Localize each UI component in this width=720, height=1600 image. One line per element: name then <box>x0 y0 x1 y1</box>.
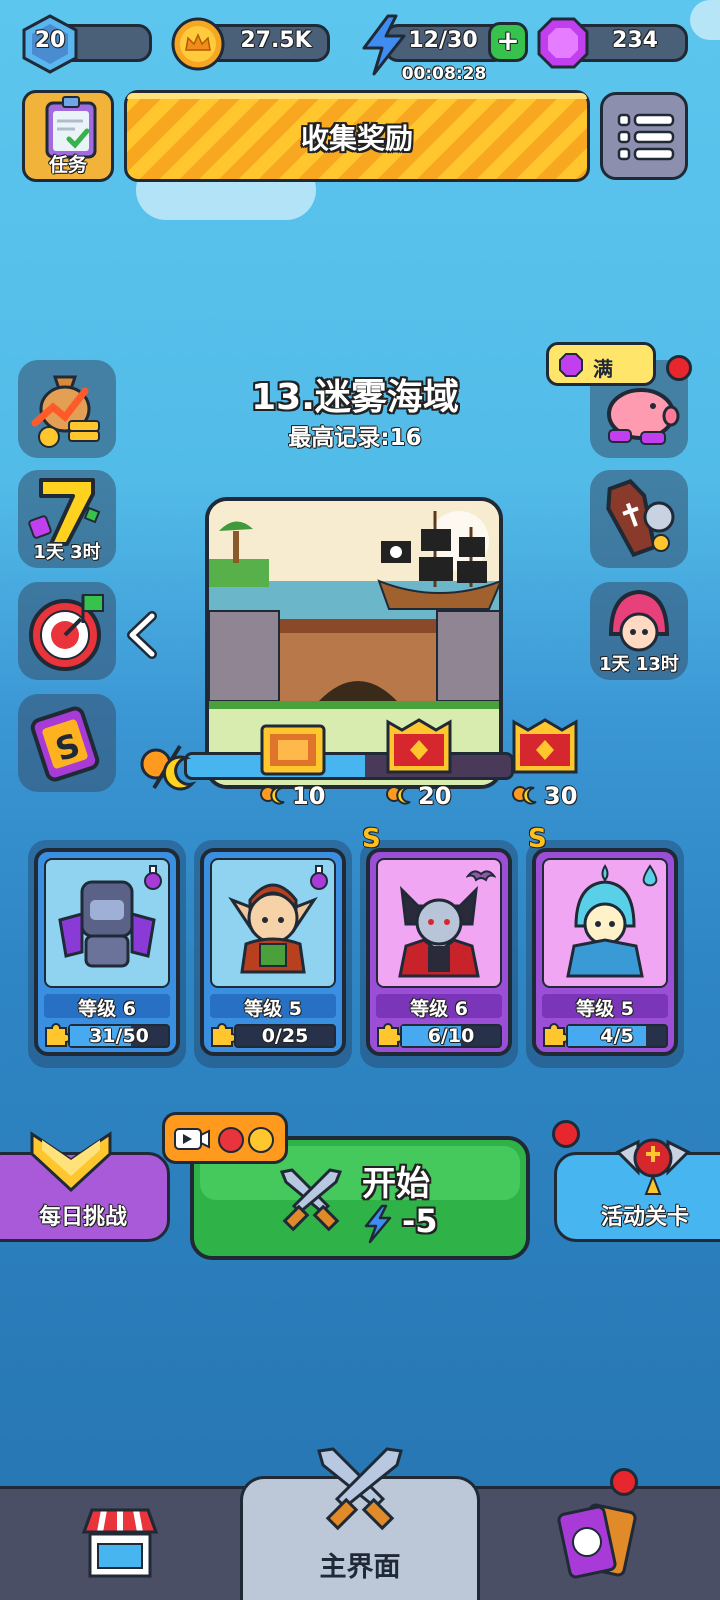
daily-challenge-label: 每日挑战 <box>38 1205 127 1230</box>
hero-level: 等级 5 <box>210 994 336 1020</box>
player-level: 20 <box>34 28 66 53</box>
menu-icon <box>617 113 675 161</box>
hero-event-button[interactable]: 1天 13时 <box>590 582 688 680</box>
hero-card-vampire[interactable]: 等级 6 6/10 <box>366 848 512 1056</box>
best-record: 最高记录:16 <box>288 425 422 451</box>
gold-amount: 27.5K <box>240 28 312 53</box>
day-night-small-icon <box>386 786 411 805</box>
progress-text: 6/10 <box>427 1025 475 1047</box>
nav-main-label: 主界面 <box>319 1552 401 1583</box>
energy-bolt-icon <box>364 1204 392 1244</box>
collect-reward-button[interactable]: 收集奖励 <box>124 90 590 182</box>
nav-shop[interactable] <box>60 1488 180 1596</box>
day-night-small-icon <box>512 786 537 805</box>
piggy-bank-icon <box>607 388 680 445</box>
energy-amount: 12/30 <box>408 28 478 53</box>
puzzle-piece-icon <box>211 1023 236 1047</box>
notification-dot <box>666 355 692 381</box>
video-ad-bonus-button[interactable] <box>162 1112 288 1164</box>
hero-shard-progress: 31/50 <box>68 1024 170 1048</box>
tasks-label: 任务 <box>48 154 87 176</box>
hero-level: 等级 5 <box>542 994 668 1020</box>
day-night-small-icon <box>260 786 285 805</box>
pirate-ship-scene <box>209 501 499 785</box>
season-pass-button[interactable]: S <box>18 694 116 792</box>
vampire-event-button[interactable] <box>590 470 688 568</box>
notification-dot <box>552 1120 580 1148</box>
seven-day-event-button[interactable]: 1天 3时 <box>18 470 116 568</box>
target-clock-icon <box>29 594 104 671</box>
hero-cards-icon <box>557 1503 637 1579</box>
potion-icon <box>144 865 162 890</box>
hero-portrait <box>542 858 668 988</box>
event-level-label: 活动关卡 <box>600 1205 689 1230</box>
rarity-badge: S <box>528 824 547 854</box>
water-drop-icon <box>642 864 658 887</box>
collect-reward-label: 收集奖励 <box>300 122 413 155</box>
chest-icon-1[interactable] <box>258 716 328 780</box>
gold-coin-icon <box>171 17 225 71</box>
event-timer: 1天 13时 <box>599 654 679 675</box>
plus-icon: + <box>496 24 520 57</box>
hero-portrait <box>210 858 336 988</box>
hero-card-armor-knight[interactable]: 等级 6 31/50 <box>34 848 180 1056</box>
day-night-icon <box>140 744 197 791</box>
start-cost: -5 <box>402 1202 438 1240</box>
hero-card-elf-archer[interactable]: 等级 5 0/25 <box>200 848 346 1056</box>
hero-shard-progress: 6/10 <box>400 1024 502 1048</box>
progress-text: 0/25 <box>261 1025 309 1047</box>
puzzle-piece-icon <box>377 1023 402 1047</box>
chest-progress-bar <box>184 752 514 780</box>
hero-shard-progress: 0/25 <box>234 1024 336 1048</box>
chevron-shield-icon <box>30 1131 112 1193</box>
tasks-button[interactable]: 任务 <box>22 90 114 182</box>
seven-day-timer: 1天 3时 <box>33 542 101 563</box>
cloud <box>690 0 720 40</box>
hero-portrait <box>376 858 502 988</box>
video-bonus-icons <box>174 1127 274 1153</box>
nav-heroes[interactable] <box>540 1468 660 1596</box>
chevron-left-icon[interactable] <box>124 610 160 660</box>
speed-mission-button[interactable] <box>18 582 116 680</box>
menu-button[interactable] <box>600 92 688 180</box>
winged-shield-icon <box>615 1138 691 1195</box>
piggy-bank-status: 满 <box>593 357 613 381</box>
money-bag-chart-icon <box>31 375 100 448</box>
add-energy-button[interactable]: + <box>488 22 528 62</box>
progress-text: 31/50 <box>89 1025 149 1047</box>
chest-icon-2[interactable] <box>384 716 454 780</box>
gem-amount: 234 <box>612 28 658 53</box>
hero-level: 等级 6 <box>44 994 170 1020</box>
rarity-badge: S <box>362 824 381 854</box>
start-label: 开始 <box>362 1164 430 1204</box>
nav-main[interactable]: 主界面 <box>240 1447 480 1600</box>
button-highlight <box>127 93 587 99</box>
hero-level: 等级 6 <box>376 994 502 1020</box>
hero-portrait <box>44 858 170 988</box>
hero-shard-progress: 4/5 <box>566 1024 668 1048</box>
coffin-icon <box>606 479 675 558</box>
bat-icon <box>466 870 496 882</box>
stage-preview[interactable] <box>205 497 503 789</box>
puzzle-piece-icon <box>543 1023 568 1047</box>
chest-milestone-2: 20 <box>418 782 452 810</box>
chest-milestone-1: 10 <box>292 782 326 810</box>
chest-icon-3[interactable] <box>510 716 580 780</box>
hero-card-water-mage[interactable]: 等级 5 4/5 <box>532 848 678 1056</box>
chest-milestone-3: 30 <box>544 782 578 810</box>
level-title: 13.迷雾海域 <box>251 377 459 418</box>
shop-icon <box>81 1508 159 1578</box>
notification-dot <box>610 1468 638 1496</box>
crossed-swords-icon <box>317 1447 403 1531</box>
progress-text: 4/5 <box>600 1025 634 1047</box>
puzzle-piece-icon <box>45 1023 70 1047</box>
s-card-icon: S <box>30 706 100 782</box>
energy-timer: 00:08:28 <box>401 64 487 84</box>
gem-icon <box>559 353 583 377</box>
growth-fund-button[interactable] <box>18 360 116 458</box>
gem-icon <box>537 17 589 69</box>
potion-icon <box>310 865 328 890</box>
piggy-bank-status-bubble: 满 <box>546 342 656 386</box>
crossed-swords-icon <box>279 1168 343 1232</box>
